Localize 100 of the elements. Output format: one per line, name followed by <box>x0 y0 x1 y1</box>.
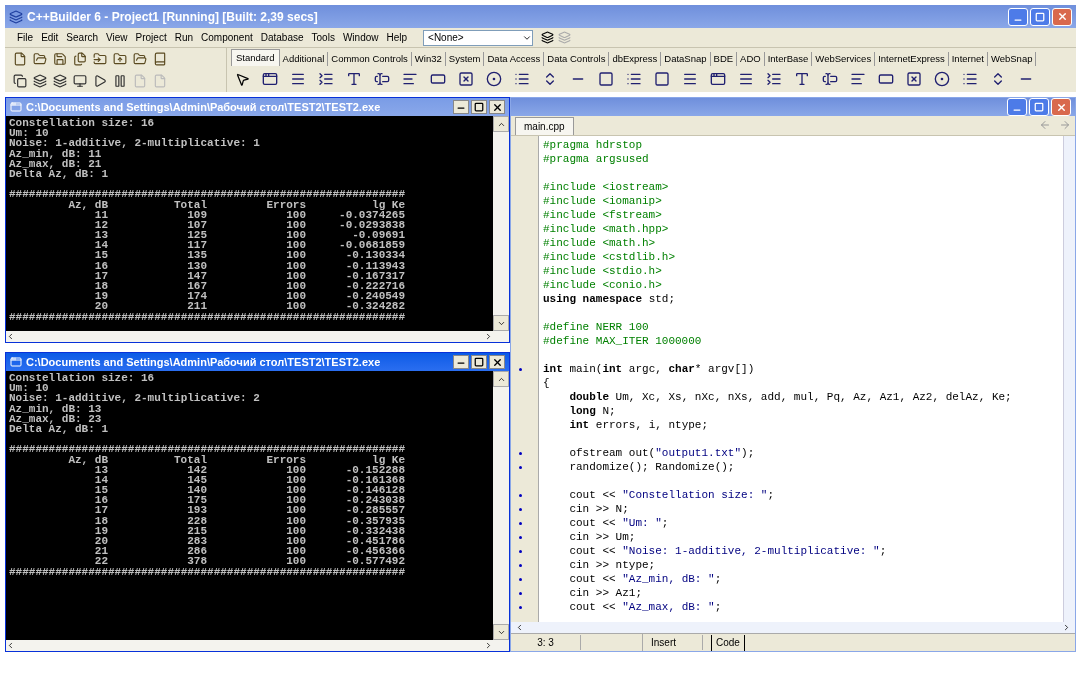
menu-item[interactable]: Edit <box>37 30 63 45</box>
palette-tab[interactable]: BDE <box>710 52 738 66</box>
table-cell-text: 145 <box>186 474 208 486</box>
edit-icon[interactable] <box>822 71 838 87</box>
open-folder-icon[interactable] <box>33 52 47 66</box>
popup-menu-icon[interactable] <box>766 71 782 87</box>
palette-tab[interactable]: Additional <box>279 52 329 66</box>
table-cell-text: 14 <box>93 474 108 486</box>
edit-icon[interactable] <box>374 71 390 87</box>
file-tab[interactable]: main.cpp <box>515 117 574 135</box>
memo-icon[interactable] <box>402 71 418 87</box>
target-combo[interactable]: <None> <box>423 29 534 46</box>
frame-icon[interactable] <box>262 71 278 87</box>
add-to-project-icon[interactable] <box>113 52 127 66</box>
code-line: cout << "Az_max, dB: "; <box>568 600 722 614</box>
table-cell-text: 18 <box>93 515 108 526</box>
view-tab[interactable]: Code <box>711 634 745 651</box>
palette-tab[interactable]: WebServices <box>812 52 876 66</box>
minimize-button[interactable] <box>453 355 469 369</box>
close-icon <box>1055 101 1067 113</box>
help-book-icon[interactable] <box>153 52 167 66</box>
horizontal-scrollbar[interactable] <box>6 331 509 342</box>
groupbox-icon[interactable] <box>598 71 614 87</box>
action-list-icon[interactable] <box>682 71 698 87</box>
remove-from-project-icon[interactable] <box>133 52 147 66</box>
pointer-icon[interactable] <box>235 71 250 87</box>
scroll-left-icon <box>6 332 15 341</box>
maximize-button[interactable] <box>471 355 487 369</box>
code-line: #include <cstdlib.h> <box>543 250 676 264</box>
horizontal-scrollbar[interactable] <box>511 622 1075 633</box>
label-icon[interactable] <box>346 71 362 87</box>
table-cell-text: 100 <box>285 515 307 526</box>
listbox-icon[interactable] <box>962 71 978 87</box>
memo-icon[interactable] <box>850 71 866 87</box>
console-line: Noise: 1-additive, 2-multiplicative: 2 <box>9 393 261 404</box>
label-icon[interactable] <box>794 71 810 87</box>
checkbox-icon[interactable] <box>906 71 922 87</box>
open-project-icon[interactable] <box>93 52 107 66</box>
menu-item[interactable]: Window <box>338 30 383 45</box>
panel-icon[interactable] <box>654 71 670 87</box>
menu-item[interactable]: Search <box>62 30 103 45</box>
main-menu-icon[interactable] <box>290 71 306 87</box>
code-line: #pragma hdrstop <box>543 138 643 152</box>
table-cell-text: 20 <box>93 301 108 312</box>
palette-tab[interactable]: Standard <box>231 49 280 66</box>
frame-icon[interactable] <box>710 71 726 87</box>
popup-menu-icon[interactable] <box>318 71 334 87</box>
maximize-button[interactable] <box>471 100 487 114</box>
palette-tab[interactable]: InternetExpress <box>875 52 949 66</box>
palette-tab[interactable]: InterBase <box>764 52 813 66</box>
palette-tab[interactable]: Internet <box>948 52 988 66</box>
menu-item[interactable]: View <box>102 30 132 45</box>
button-icon[interactable] <box>430 71 446 87</box>
vertical-scrollbar[interactable] <box>493 371 509 640</box>
menu-item[interactable]: File <box>13 30 38 45</box>
palette-tab[interactable]: Win32 <box>411 52 446 66</box>
code-line: cout << "Noise: 1-additive, 2-multiplicative: "; <box>568 544 887 558</box>
palette-tab[interactable]: System <box>445 52 485 66</box>
close-button[interactable] <box>489 355 505 369</box>
console-line: Um: 10 <box>9 383 50 394</box>
code-line: cin >> Um; <box>568 530 636 544</box>
table-cell-text: 100 <box>285 556 307 567</box>
palette-tab[interactable]: Data Controls <box>544 52 610 66</box>
radio-button-icon[interactable] <box>486 71 502 87</box>
pause-icon[interactable] <box>113 74 127 88</box>
close-button[interactable] <box>489 100 505 114</box>
table-cell-text: 100 <box>285 230 307 241</box>
table-cell-text: 21 <box>93 546 108 557</box>
button-icon[interactable] <box>878 71 894 87</box>
palette-tab[interactable]: dbExpress <box>609 52 662 66</box>
code-line: #include <iostream> <box>543 180 669 194</box>
checkbox-icon[interactable] <box>458 71 474 87</box>
run-icon[interactable] <box>93 74 107 88</box>
table-cell-text: -0.09691 <box>352 230 406 241</box>
menu-item[interactable]: Help <box>382 30 412 45</box>
palette-tab[interactable]: WebSnap <box>987 52 1037 66</box>
radio-group-icon[interactable] <box>626 71 642 87</box>
save-icon[interactable] <box>53 52 67 66</box>
new-file-icon[interactable] <box>13 52 27 66</box>
menu-item[interactable]: Project <box>131 30 171 45</box>
palette-tab[interactable]: Common Controls <box>328 52 412 66</box>
vertical-scrollbar[interactable] <box>493 116 509 331</box>
radio-button-icon[interactable] <box>934 71 950 87</box>
menu-item[interactable]: Component <box>197 30 257 45</box>
menu-item[interactable]: Run <box>170 30 198 45</box>
palette-tab[interactable]: DataSnap <box>661 52 711 66</box>
menu-item[interactable]: Database <box>256 30 308 45</box>
table-cell-text: 14 <box>93 240 108 251</box>
main-menu-icon[interactable] <box>738 71 754 87</box>
horizontal-scrollbar[interactable] <box>6 640 509 651</box>
table-cell-text: -0.577492 <box>344 556 406 567</box>
code-line: #include <stdio.h> <box>543 264 662 278</box>
table-cell-text: 13 <box>93 464 108 475</box>
minimize-button[interactable] <box>453 100 469 114</box>
palette-tab[interactable]: Data Access <box>484 52 545 66</box>
vertical-scrollbar[interactable] <box>1063 136 1075 622</box>
menu-item[interactable]: Tools <box>307 30 339 45</box>
table-cell-text: 12 <box>93 219 108 231</box>
palette-tab[interactable]: ADO <box>737 52 765 66</box>
listbox-icon[interactable] <box>514 71 530 87</box>
